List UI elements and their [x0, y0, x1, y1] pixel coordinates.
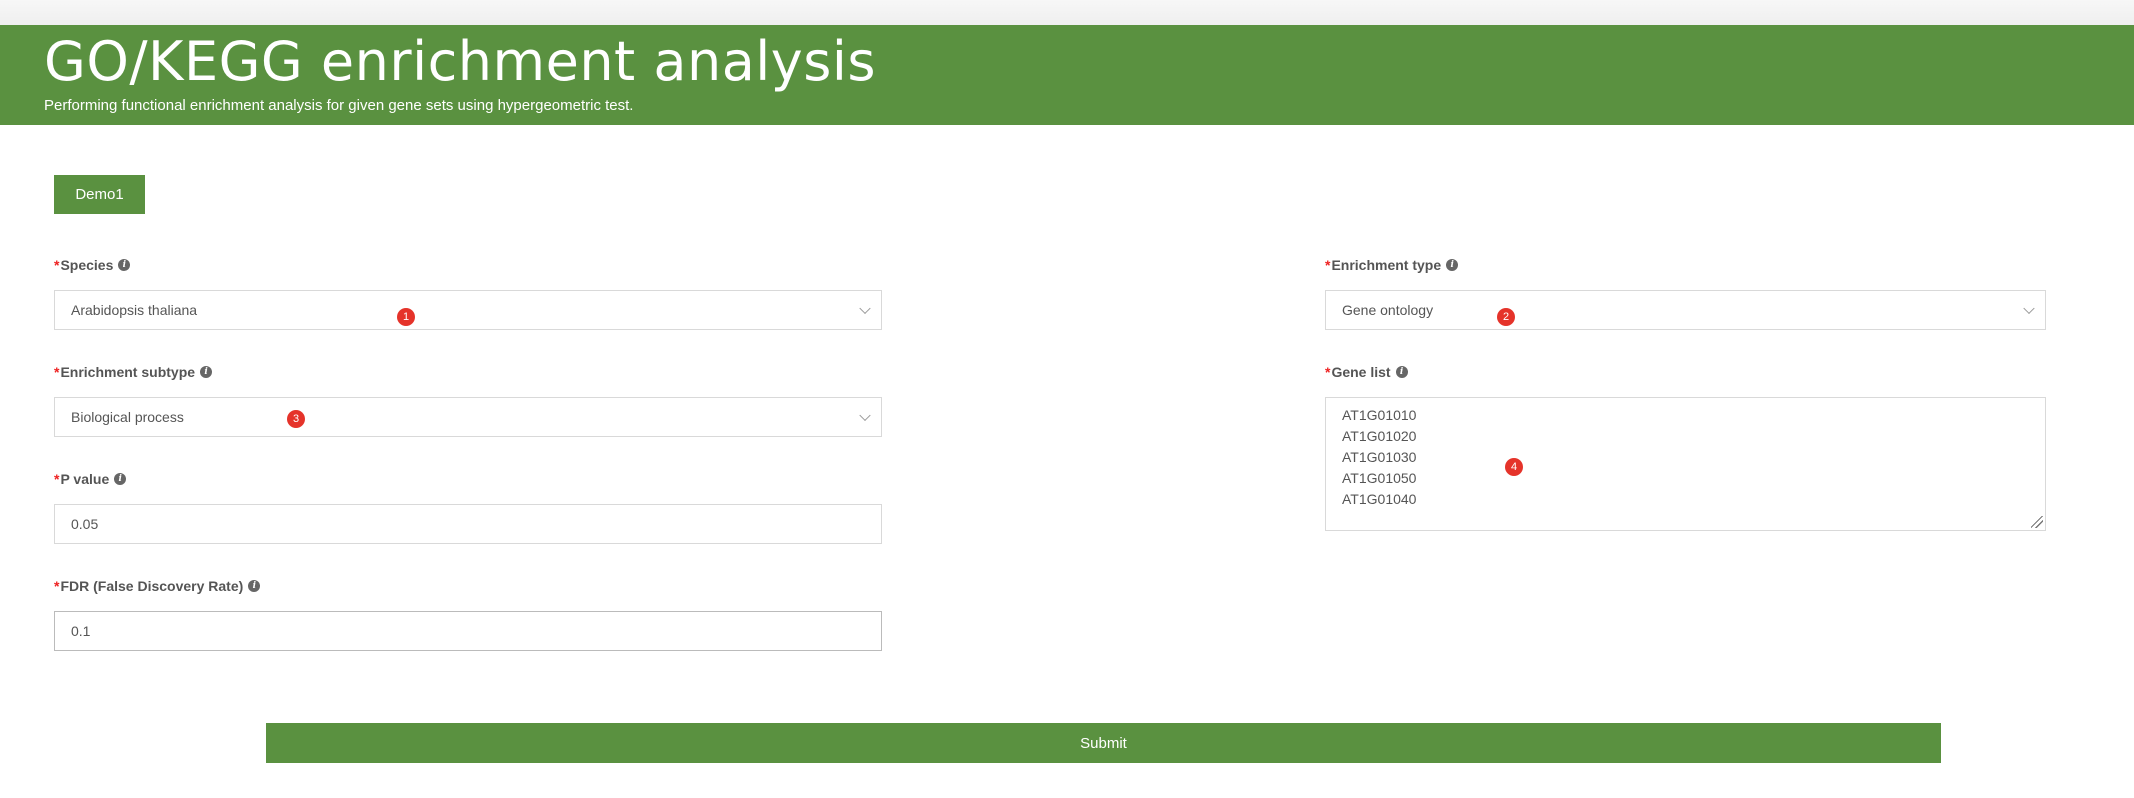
info-icon[interactable]: i — [248, 580, 261, 592]
gene-list-label: * Gene list i — [1325, 364, 1408, 380]
gene-list-label-text: Gene list — [1331, 364, 1391, 380]
species-label: * Species i — [54, 257, 131, 273]
page-subtitle: Performing functional enrichment analysi… — [44, 97, 634, 114]
fdr-label: * FDR (False Discovery Rate) i — [54, 578, 261, 594]
chevron-down-icon — [2023, 302, 2035, 315]
enrichment-type-select[interactable]: Gene ontology — [1325, 290, 2046, 330]
species-label-text: Species — [60, 257, 114, 273]
page-title: GO/KEGG enrichment analysis — [44, 30, 877, 93]
species-select-value: Arabidopsis thaliana — [71, 302, 198, 318]
header-banner: GO/KEGG enrichment analysis Performing f… — [0, 25, 2134, 125]
browser-top-strip — [0, 0, 2134, 25]
gene-list-item: AT1G01020 — [1342, 428, 1417, 444]
annotation-marker-2: 2 — [1497, 308, 1515, 326]
annotation-marker-3: 3 — [287, 410, 305, 428]
gene-list-item: AT1G01050 — [1342, 470, 1417, 486]
annotation-marker-4: 4 — [1505, 458, 1523, 476]
p-value-label: * P value i — [54, 471, 127, 487]
p-value-label-text: P value — [60, 471, 110, 487]
info-icon[interactable]: i — [1446, 259, 1459, 271]
required-mark: * — [54, 364, 60, 380]
demo1-button[interactable]: Demo1 — [54, 175, 145, 214]
fdr-label-text: FDR (False Discovery Rate) — [60, 578, 244, 594]
p-value-input-value: 0.05 — [71, 516, 99, 532]
required-mark: * — [54, 471, 60, 487]
enrichment-subtype-label-text: Enrichment subtype — [60, 364, 196, 380]
fdr-input[interactable]: 0.1 — [54, 611, 882, 651]
enrichment-subtype-select-value: Biological process — [71, 409, 184, 425]
enrichment-type-label-text: Enrichment type — [1331, 257, 1442, 273]
gene-list-item: AT1G01030 — [1342, 449, 1417, 465]
fdr-input-value: 0.1 — [71, 623, 91, 639]
required-mark: * — [1325, 257, 1331, 273]
gene-list-item: AT1G01040 — [1342, 491, 1417, 507]
gene-list-textarea[interactable]: AT1G01010 AT1G01020 AT1G01030 AT1G01050 … — [1325, 397, 2046, 531]
annotation-marker-1: 1 — [397, 308, 415, 326]
chevron-down-icon — [859, 409, 871, 422]
info-icon[interactable]: i — [118, 259, 131, 271]
gene-list-item: AT1G01010 — [1342, 407, 1417, 423]
info-icon[interactable]: i — [114, 473, 127, 485]
species-select[interactable]: Arabidopsis thaliana — [54, 290, 882, 330]
enrichment-subtype-label: * Enrichment subtype i — [54, 364, 213, 380]
p-value-input[interactable]: 0.05 — [54, 504, 882, 544]
resize-handle-icon[interactable] — [2031, 516, 2043, 528]
chevron-down-icon — [859, 302, 871, 315]
info-icon[interactable]: i — [200, 366, 213, 378]
info-icon[interactable]: i — [1395, 366, 1408, 378]
submit-button[interactable]: Submit — [266, 723, 1941, 763]
enrichment-type-label: * Enrichment type i — [1325, 257, 1459, 273]
enrichment-subtype-select[interactable]: Biological process — [54, 397, 882, 437]
enrichment-type-select-value: Gene ontology — [1342, 302, 1434, 318]
required-mark: * — [1325, 364, 1331, 380]
required-mark: * — [54, 257, 60, 273]
required-mark: * — [54, 578, 60, 594]
